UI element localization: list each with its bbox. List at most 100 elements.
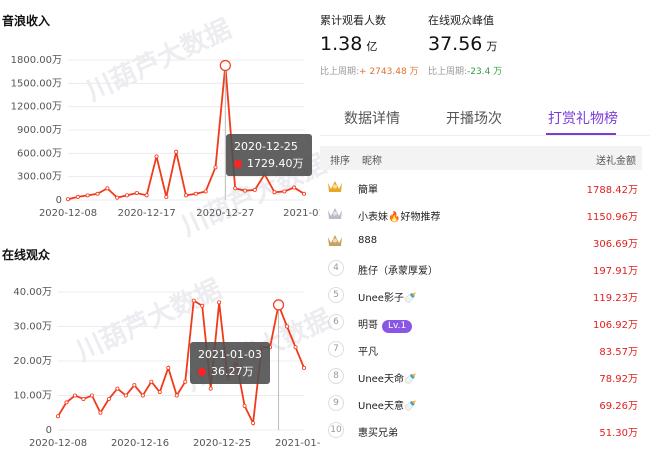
data-point (242, 403, 247, 408)
data-point (125, 193, 130, 198)
gift-amount: 83.57万 (599, 347, 638, 358)
table-row[interactable]: 8 Unee天命🍼 78.92万 (320, 363, 642, 390)
data-point (95, 191, 100, 196)
tab-live-sessions[interactable]: 开播场次 (446, 108, 502, 128)
data-point (242, 188, 247, 193)
y-tick-label: 300.00万 (17, 172, 62, 183)
data-point (134, 190, 139, 195)
data-point (233, 186, 238, 191)
data-point (293, 345, 298, 350)
rank-badge: 9 (328, 395, 344, 411)
series-dot-icon (198, 368, 206, 376)
x-tick-label: 2020-12-17 (118, 208, 176, 219)
crown-icon (328, 235, 342, 246)
data-point (217, 300, 222, 305)
series-line (67, 65, 305, 201)
donor-name: 惠买兄弟 (358, 428, 398, 439)
table-row[interactable]: 小表妹🔥好物推荐 1150.96万 (320, 201, 642, 228)
viewers-chart-title: 在线观众 (2, 248, 51, 262)
rank-badge: 5 (328, 287, 344, 303)
donor-name: Unee天意🍼 (358, 401, 417, 412)
data-point (98, 410, 103, 415)
gift-amount: 106.92万 (593, 320, 638, 331)
data-point (56, 414, 61, 419)
tab-data-details[interactable]: 数据详情 (344, 108, 400, 128)
data-point (183, 379, 188, 384)
data-point (301, 365, 306, 370)
data-point (64, 400, 69, 405)
x-tick-label: 2020-12-08 (39, 208, 97, 219)
data-point (200, 303, 205, 308)
data-point (123, 393, 128, 398)
y-tick-label: 600.00万 (17, 148, 62, 159)
y-tick-label: 10.00万 (13, 391, 52, 402)
total-viewers-compare: 比上周期:+ 2743.48 万 (320, 67, 419, 77)
gift-amount: 197.91万 (593, 266, 638, 277)
donor-name: 簡單 (358, 185, 378, 196)
data-point (193, 191, 198, 196)
table-row[interactable]: 888 306.69万 (320, 228, 642, 255)
table-row[interactable]: 5 Unee影子🍼 119.23万 (320, 282, 642, 309)
gift-amount: 51.30万 (599, 428, 638, 439)
data-point (251, 421, 256, 426)
data-point (282, 189, 287, 194)
x-tick-label: 2021-01-03 (275, 438, 320, 449)
tab-gift-ranking[interactable]: 打赏礼物榜 (548, 108, 618, 128)
data-point (144, 193, 149, 198)
data-point (292, 185, 297, 190)
table-row[interactable]: 10 惠买兄弟 51.30万 (320, 417, 642, 444)
crown-icon (328, 181, 342, 192)
data-point (85, 193, 90, 198)
data-point (106, 396, 111, 401)
rank-badge: 4 (328, 260, 344, 276)
gift-amount: 1788.42万 (586, 185, 638, 196)
data-point (252, 187, 257, 192)
y-tick-label: 30.00万 (13, 322, 52, 333)
data-point (203, 189, 208, 194)
x-tick-label: 2020-12-16 (111, 438, 169, 449)
donor-name: 平凡 (358, 347, 378, 358)
data-point (89, 393, 94, 398)
table-row[interactable]: 6 明哥 Lv.1 106.92万 (320, 309, 642, 336)
table-header: 排序 昵称 送礼金额 (320, 146, 642, 170)
tab-bar: 数据详情 开播场次 打赏礼物榜 (320, 100, 650, 136)
data-point (115, 386, 120, 391)
data-point (72, 393, 77, 398)
gift-amount: 69.26万 (599, 401, 638, 412)
level-badge: Lv.1 (382, 320, 413, 333)
col-amount: 送礼金额 (596, 156, 636, 167)
donor-name: Unee影子🍼 (358, 293, 417, 304)
crown-icon (328, 208, 342, 219)
peak-value: 37.56 万 (428, 33, 498, 55)
data-point (157, 390, 162, 395)
x-tick-label: 2020-12-27 (196, 208, 254, 219)
table-row[interactable]: 簡單 1788.42万 (320, 174, 642, 201)
y-tick-label: 1800.00万 (11, 55, 62, 66)
gift-amount: 1150.96万 (586, 212, 638, 223)
gift-amount: 78.92万 (599, 374, 638, 385)
tooltip-value: 36.27万 (211, 365, 254, 378)
rank-badge: 10 (328, 422, 344, 438)
col-rank: 排序 (330, 156, 350, 167)
y-tick-label: 1200.00万 (11, 102, 62, 113)
data-point (115, 195, 120, 200)
data-point (81, 396, 86, 401)
y-tick-label: 40.00万 (13, 287, 52, 298)
rank-badge: 8 (328, 368, 344, 384)
viewers-chart: 40.00万 30.00万 20.00万 10.00万 0 2020-12-08 2020-… (13, 287, 320, 449)
data-point (132, 383, 137, 388)
data-point (166, 365, 171, 370)
data-point (272, 190, 277, 195)
data-point (154, 154, 159, 159)
table-row[interactable]: 9 Unee天意🍼 69.26万 (320, 390, 642, 417)
x-tick-label: 2021-01 (283, 208, 320, 219)
table-row[interactable]: 4 胜仔（承蒙厚爱） 197.91万 (320, 255, 642, 282)
table-row[interactable]: 7 平凡 83.57万 (320, 336, 642, 363)
donor-name: 小表妹🔥好物推荐 (358, 212, 441, 223)
y-tick-label: 20.00万 (13, 356, 52, 367)
y-tick-label: 1500.00万 (11, 78, 62, 89)
tooltip-date: 2021-01-03 (198, 348, 262, 361)
col-name: 昵称 (362, 156, 382, 167)
rank-badge: 6 (328, 314, 344, 330)
donor-name: 888 (358, 235, 378, 246)
